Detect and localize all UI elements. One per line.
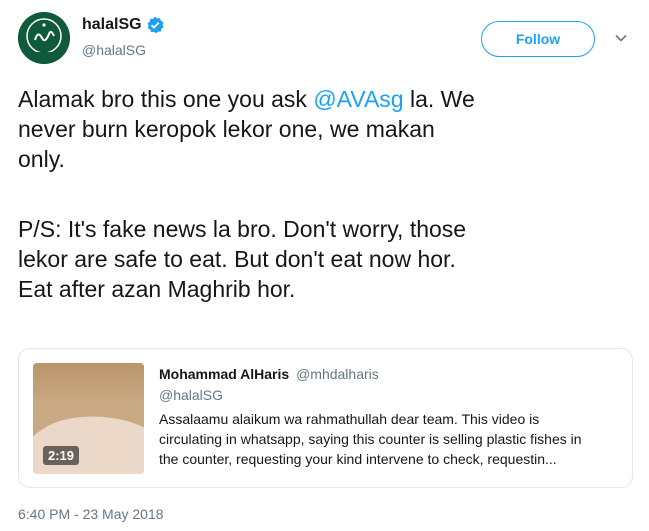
verified-badge-icon <box>146 16 164 34</box>
tweet-line: lekor are safe to eat. But don't eat now… <box>18 246 456 272</box>
quoted-author[interactable]: Mohammad AlHaris @mhdalharis <box>159 366 379 382</box>
tweet-line: Eat after azan Maghrib hor. <box>18 276 296 302</box>
tweet-text-segment: la. We <box>403 86 475 112</box>
quoted-tweet-card[interactable]: 2:19 Mohammad AlHaris @mhdalharis @halal… <box>18 348 633 488</box>
video-thumbnail[interactable]: 2:19 <box>33 363 144 474</box>
tweet-text: Alamak bro this one you ask @AVAsg la. W… <box>18 84 628 304</box>
follow-button[interactable]: Follow <box>481 21 595 57</box>
quoted-text-line: circulating in whatsapp, saying this cou… <box>159 431 582 447</box>
tweet-line: P/S: It's fake news la bro. Don't worry,… <box>18 216 467 242</box>
mention-link[interactable]: @AVAsg <box>313 86 403 112</box>
user-handle[interactable]: @halalSG <box>82 42 146 58</box>
video-duration-badge: 2:19 <box>43 446 80 465</box>
quoted-author-handle[interactable]: @mhdalharis <box>296 366 379 382</box>
quoted-author-name[interactable]: Mohammad AlHaris <box>159 366 289 382</box>
tweet-text-segment: Alamak bro this one you ask <box>18 86 307 112</box>
display-name[interactable]: halalSG <box>82 16 164 34</box>
avatar[interactable] <box>18 12 70 64</box>
tweet-line: only. <box>18 146 65 172</box>
quoted-text-line: Assalaamu alaikum wa rahmathullah dear t… <box>159 411 540 427</box>
quoted-text-line: the counter, requesting your kind interv… <box>159 451 557 467</box>
tweet-line: never burn keropok lekor one, we makan <box>18 116 435 142</box>
chevron-down-icon[interactable] <box>613 30 629 46</box>
quoted-tweet-text: Assalaamu alaikum wa rahmathullah dear t… <box>159 409 625 469</box>
display-name-text[interactable]: halalSG <box>82 16 142 34</box>
tweet-timestamp[interactable]: 6:40 PM - 23 May 2018 <box>18 506 164 522</box>
quoted-replying-to: @halalSG <box>159 387 224 403</box>
tweet-line: Alamak bro this one you ask @AVAsg la. W… <box>18 84 628 114</box>
halal-logo-icon <box>18 12 70 64</box>
